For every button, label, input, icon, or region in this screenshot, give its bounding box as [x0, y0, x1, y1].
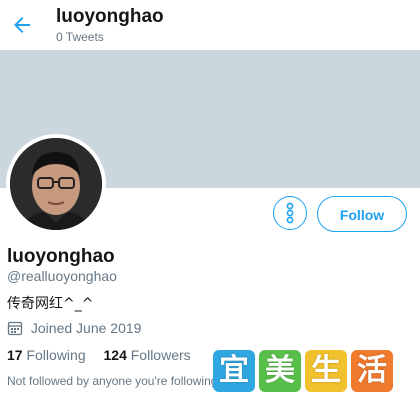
calendar-icon — [7, 320, 23, 336]
follow-button[interactable]: Follow — [317, 196, 407, 232]
following-label: Following — [26, 347, 86, 363]
follow-stats: 17 Following 124 Followers — [7, 347, 205, 363]
following-count: 17 — [7, 347, 23, 363]
followers-link[interactable]: 124 Followers — [104, 347, 191, 363]
followers-label: Followers — [130, 347, 191, 363]
profile-name: luoyonghao — [7, 246, 115, 267]
watermark: 宜 美 生 活 — [213, 350, 393, 394]
watermark-char: 生 — [305, 350, 347, 392]
following-link[interactable]: 17 Following — [7, 347, 86, 363]
followers-count: 124 — [103, 347, 127, 363]
more-options-button[interactable] — [273, 196, 307, 230]
not-followed-notice: Not followed by anyone you're following — [7, 374, 218, 388]
profile-handle: @realluoyonghao — [7, 268, 117, 284]
profile-header: luoyonghao 0 Tweets — [0, 0, 420, 50]
profile-bio: 传奇网红^_^ — [7, 296, 94, 312]
watermark-char: 活 — [351, 350, 393, 392]
watermark-char: 美 — [259, 350, 301, 392]
joined-text: Joined June 2019 — [30, 320, 142, 336]
tweet-count: 0 Tweets — [56, 30, 104, 44]
more-options-icon — [286, 202, 294, 224]
joined-date: Joined June 2019 — [7, 320, 141, 336]
header-title: luoyonghao — [56, 6, 164, 27]
back-arrow-icon[interactable] — [10, 13, 34, 37]
avatar[interactable] — [6, 134, 106, 234]
watermark-char: 宜 — [213, 350, 255, 392]
